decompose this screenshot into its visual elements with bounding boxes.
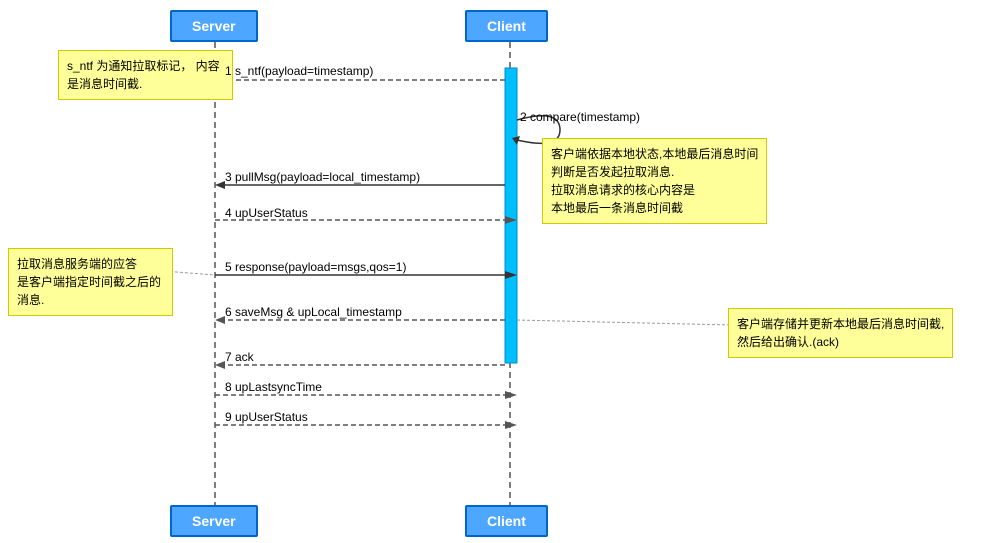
note-response: 拉取消息服务端的应答是客户端指定时间截之后的消息.: [8, 248, 173, 316]
server-actor-bottom: Server: [170, 505, 258, 537]
msg6-label: 6 saveMsg & upLocal_timestamp: [225, 305, 402, 319]
msg1-label: 1 s_ntf(payload=timestamp): [225, 64, 373, 78]
msg8-label: 8 upLastsyncTime: [225, 380, 322, 394]
client-actor-top: Client: [465, 10, 548, 42]
sequence-diagram: Server Client Server Client s_ntf 为通知拉取标…: [0, 0, 987, 543]
note-compare: 客户端依据本地状态,本地最后消息时间判断是否发起拉取消息.拉取消息请求的核心内容…: [542, 138, 767, 224]
note-sntf: s_ntf 为通知拉取标记， 内容是消息时间截.: [58, 50, 233, 100]
msg9-label: 9 upUserStatus: [225, 410, 308, 424]
msg3-label: 3 pullMsg(payload=local_timestamp): [225, 170, 420, 184]
msg2-label: 2 compare(timestamp): [520, 110, 640, 124]
client-actor-bottom: Client: [465, 505, 548, 537]
msg7-label: 7 ack: [225, 350, 254, 364]
note-savemsg: 客户端存储并更新本地最后消息时间截,然后给出确认.(ack): [728, 308, 953, 358]
msg4-label: 4 upUserStatus: [225, 206, 308, 220]
msg5-label: 5 response(payload=msgs,qos=1): [225, 260, 406, 274]
server-actor-top: Server: [170, 10, 258, 42]
